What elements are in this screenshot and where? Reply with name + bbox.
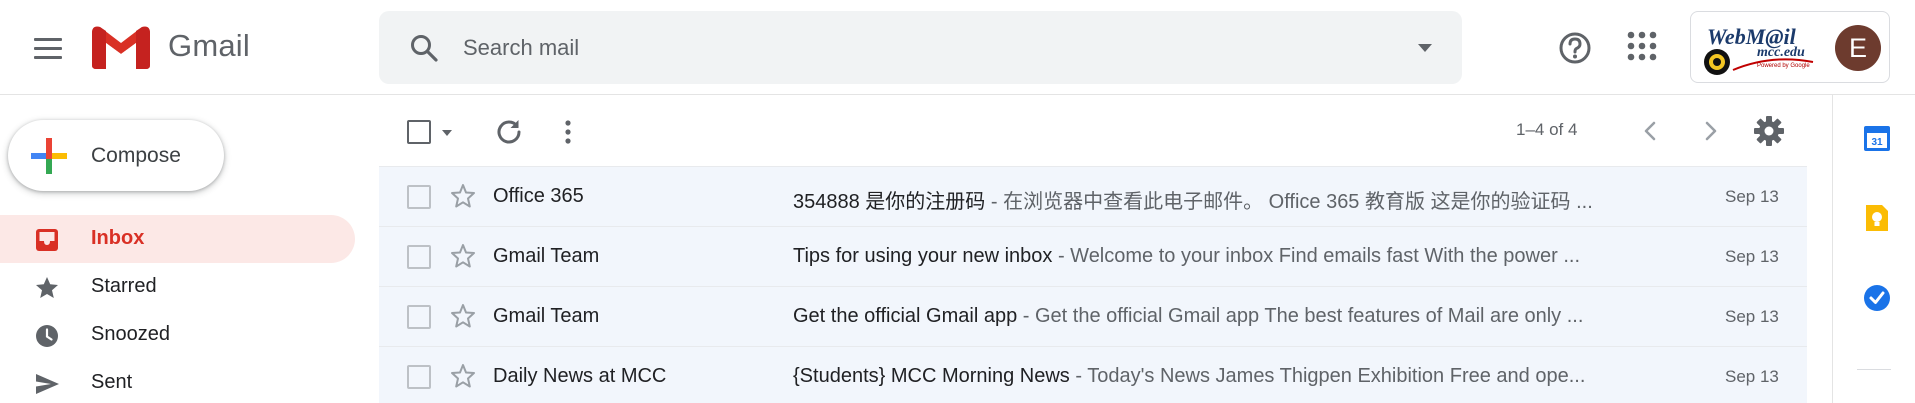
star-icon bbox=[36, 277, 58, 298]
calendar-icon[interactable]: 31 bbox=[1862, 123, 1892, 153]
keep-icon[interactable] bbox=[1862, 203, 1892, 233]
star-outline-icon[interactable] bbox=[449, 362, 477, 390]
message-snippet: Get the official Gmail app The best feat… bbox=[1034, 305, 1584, 327]
row-checkbox[interactable] bbox=[407, 365, 431, 389]
select-all-checkbox[interactable] bbox=[407, 120, 431, 144]
star-outline-icon[interactable] bbox=[449, 242, 477, 270]
compose-button[interactable]: Compose bbox=[8, 120, 224, 191]
chevron-right-icon[interactable] bbox=[1697, 116, 1725, 146]
send-icon bbox=[36, 374, 59, 394]
select-dropdown-icon[interactable] bbox=[440, 126, 454, 140]
message-row[interactable]: Gmail Team Get the official Gmail app - … bbox=[379, 286, 1807, 346]
sidebar-item-snoozed[interactable]: Snoozed bbox=[0, 311, 355, 359]
row-checkbox[interactable] bbox=[407, 185, 431, 209]
main-menu-button[interactable] bbox=[26, 26, 70, 70]
top-header: Gmail Search mail WebM@il mcc.edu Powere… bbox=[0, 0, 1915, 95]
sidebar-item-label: Inbox bbox=[91, 227, 145, 249]
sender-name: Office 365 bbox=[493, 185, 584, 207]
message-list: Office 365 354888 是你的注册码 - 在浏览器中查看此电子邮件。… bbox=[379, 166, 1807, 403]
message-subject: Tips for using your new inbox bbox=[793, 245, 1053, 267]
search-bar bbox=[379, 11, 1462, 84]
message-preview: {Students} MCC Morning News - Today's Ne… bbox=[793, 365, 1637, 388]
message-row[interactable]: Office 365 354888 是你的注册码 - 在浏览器中查看此电子邮件。… bbox=[379, 166, 1807, 226]
message-row[interactable]: Gmail Team Tips for using your new inbox… bbox=[379, 226, 1807, 286]
apps-grid-icon[interactable] bbox=[1626, 30, 1658, 62]
gear-icon[interactable] bbox=[1753, 115, 1785, 147]
row-checkbox[interactable] bbox=[407, 245, 431, 269]
side-panel: 31 bbox=[1832, 95, 1915, 403]
search-icon[interactable] bbox=[409, 33, 439, 63]
message-subject: {Students} MCC Morning News bbox=[793, 365, 1070, 387]
menu-icon-bar bbox=[34, 37, 62, 41]
message-snippet: Today's News James Thigpen Exhibition Fr… bbox=[1087, 365, 1586, 387]
calendar-day: 31 bbox=[1871, 137, 1883, 148]
compose-plus-icon bbox=[31, 138, 67, 174]
message-snippet: 在浏览器中查看此电子邮件。 Office 365 教育版 这是你的验证码 ... bbox=[1003, 191, 1593, 213]
refresh-icon[interactable] bbox=[494, 117, 524, 147]
sidebar-item-label: Starred bbox=[91, 275, 157, 297]
sender-name: Gmail Team bbox=[493, 245, 600, 267]
message-date: Sep 13 bbox=[1725, 187, 1779, 206]
menu-icon-bar bbox=[34, 55, 62, 59]
sidebar-item-label: Sent bbox=[91, 371, 133, 393]
inbox-icon bbox=[36, 229, 58, 251]
message-subject: Get the official Gmail app bbox=[793, 305, 1018, 327]
sidebar-item-inbox[interactable]: Inbox bbox=[0, 215, 355, 263]
message-preview: 354888 是你的注册码 - 在浏览器中查看此电子邮件。 Office 365… bbox=[793, 185, 1637, 214]
sender-name: Daily News at MCC bbox=[493, 365, 667, 387]
subject-separator: - bbox=[1017, 305, 1035, 327]
help-icon[interactable] bbox=[1557, 30, 1593, 66]
menu-icon-bar bbox=[34, 46, 62, 50]
message-row[interactable]: Daily News at MCC {Students} MCC Morning… bbox=[379, 346, 1807, 403]
message-snippet: Welcome to your inbox Find emails fast W… bbox=[1070, 245, 1581, 267]
search-input[interactable] bbox=[463, 29, 1363, 67]
subject-separator: - bbox=[985, 191, 1004, 213]
star-outline-icon[interactable] bbox=[449, 182, 477, 210]
message-date: Sep 13 bbox=[1725, 307, 1779, 326]
sender-name: Gmail Team bbox=[493, 305, 600, 327]
sidebar-item-label: Snoozed bbox=[91, 323, 170, 345]
message-preview: Tips for using your new inbox - Welcome … bbox=[793, 245, 1637, 268]
subject-separator: - bbox=[1069, 365, 1088, 387]
message-preview: Get the official Gmail app - Get the off… bbox=[793, 305, 1637, 328]
compose-label: Compose bbox=[91, 144, 181, 167]
message-date: Sep 13 bbox=[1725, 247, 1779, 266]
sidebar-item-sent[interactable]: Sent bbox=[0, 359, 355, 403]
chevron-left-icon[interactable] bbox=[1636, 116, 1664, 146]
pagination-info: 1–4 of 4 bbox=[1516, 120, 1578, 139]
app-name[interactable]: Gmail bbox=[168, 28, 250, 64]
org-domain: mcc.edu bbox=[1757, 45, 1805, 60]
star-outline-icon[interactable] bbox=[449, 302, 477, 330]
mcc-emblem-icon bbox=[1704, 49, 1730, 75]
message-date: Sep 13 bbox=[1725, 367, 1779, 386]
avatar[interactable]: E bbox=[1835, 25, 1881, 71]
search-options-dropdown-icon[interactable] bbox=[1412, 35, 1438, 61]
message-subject: 354888 是你的注册码 bbox=[793, 191, 986, 213]
account-switcher[interactable]: WebM@il mcc.edu Powered by Google E bbox=[1690, 11, 1890, 83]
more-options-icon[interactable] bbox=[556, 117, 580, 147]
gmail-logo-icon[interactable] bbox=[92, 25, 150, 69]
org-powered-by: Powered by Google bbox=[1757, 63, 1810, 69]
row-checkbox[interactable] bbox=[407, 305, 431, 329]
side-panel-divider bbox=[1857, 369, 1891, 370]
sidebar-item-starred[interactable]: Starred bbox=[0, 263, 355, 311]
clock-icon bbox=[36, 325, 58, 347]
tasks-icon[interactable] bbox=[1862, 283, 1892, 313]
subject-separator: - bbox=[1052, 245, 1071, 267]
